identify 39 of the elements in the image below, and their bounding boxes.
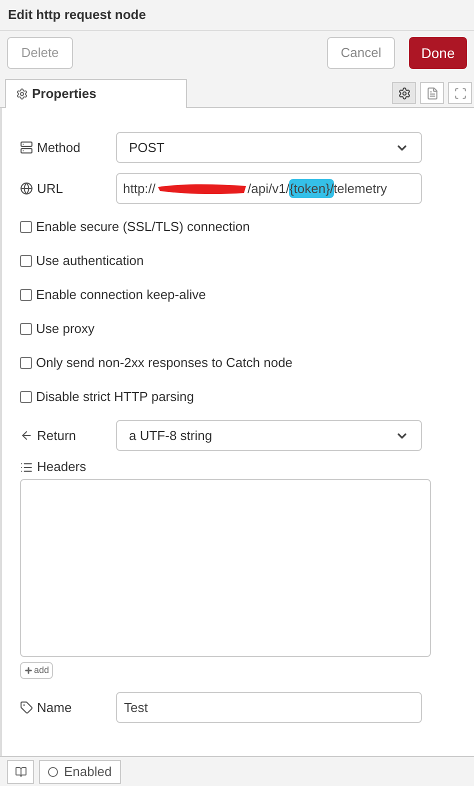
checkbox-label: Only send non-2xx responses to Catch node [36, 354, 293, 372]
cancel-button[interactable]: Cancel [327, 37, 395, 69]
checkbox-label: Use proxy [36, 320, 95, 338]
field-label: URL [37, 180, 64, 198]
book-icon [14, 766, 26, 778]
checkbox-label: Disable strict HTTP parsing [36, 388, 194, 406]
plus-icon [24, 666, 33, 675]
field-label: Method [37, 138, 80, 157]
checkbox-label: Use authentication [36, 252, 144, 270]
checkbox-label: Enable secure (SSL/TLS) connection [36, 218, 250, 236]
globe-icon [20, 182, 33, 195]
field-label: Return [37, 426, 76, 445]
checkbox[interactable] [20, 289, 32, 301]
field-label: Headers [37, 458, 86, 476]
tag-icon [20, 701, 33, 714]
checkbox[interactable] [20, 255, 32, 267]
checkbox-label: Enable connection keep-alive [36, 286, 206, 304]
name-field[interactable]: Test [116, 692, 422, 723]
description-button[interactable] [7, 760, 34, 784]
add-button[interactable]: add [20, 662, 54, 679]
done-button[interactable]: Done [409, 37, 467, 69]
checkbox[interactable] [20, 391, 32, 403]
frame-icon [454, 86, 466, 100]
gear-icon [398, 86, 410, 100]
enabled-toggle[interactable]: Enabled [39, 760, 121, 784]
gear-icon [16, 88, 28, 100]
settings-tab[interactable] [392, 82, 416, 104]
properties-tab[interactable]: Properties [5, 79, 187, 108]
list-icon [20, 460, 33, 474]
document-icon [426, 86, 438, 100]
return-select[interactable]: a UTF-8 string [116, 420, 422, 451]
checkbox[interactable] [20, 221, 32, 233]
window-title: Edit http request node [8, 6, 146, 24]
arrow-left-icon [20, 429, 33, 442]
frame-tab[interactable] [448, 82, 472, 104]
field-label: Name [37, 698, 72, 717]
checkbox[interactable] [20, 357, 32, 369]
checkbox[interactable] [20, 323, 32, 335]
method-select[interactable]: POST [116, 132, 422, 163]
